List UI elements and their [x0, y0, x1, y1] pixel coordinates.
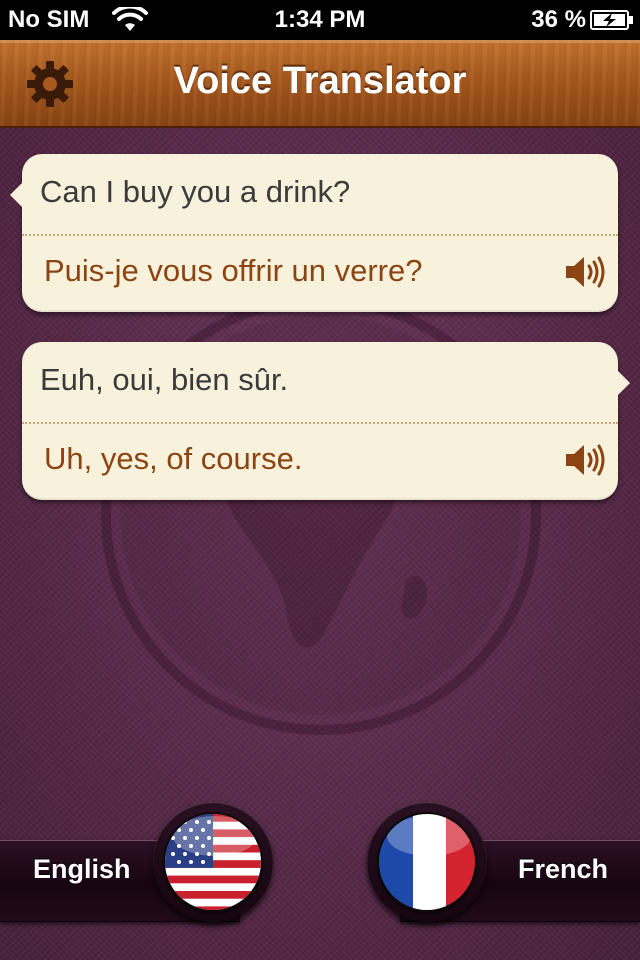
france-flag-icon	[377, 812, 477, 912]
nav-bar: Voice Translator	[0, 40, 640, 128]
english-label[interactable]: English	[33, 854, 131, 885]
battery-charging-icon	[590, 10, 633, 30]
speaker-icon[interactable]	[562, 440, 608, 480]
divider	[22, 234, 618, 236]
status-bar: No SIM 1:34 PM 36 %	[0, 0, 640, 40]
translated-text: Uh, yes, of course.	[44, 441, 303, 476]
bubble-tail	[617, 370, 630, 396]
divider	[22, 422, 618, 424]
source-text: Euh, oui, bien sûr.	[40, 362, 289, 397]
french-label[interactable]: French	[518, 854, 608, 885]
language-bar: English French	[0, 800, 640, 960]
us-flag-icon	[163, 812, 263, 912]
french-record-button[interactable]	[367, 802, 487, 922]
source-text: Can I buy you a drink?	[40, 174, 351, 209]
bubble-tail	[10, 182, 23, 208]
battery-percent: 36 %	[531, 6, 586, 33]
speaker-icon[interactable]	[562, 252, 608, 292]
page-title: Voice Translator	[173, 60, 467, 102]
english-record-button[interactable]	[153, 802, 273, 922]
message-bubble[interactable]: Can I buy you a drink? Puis-je vous offr…	[10, 154, 618, 312]
message-bubble[interactable]: Euh, oui, bien sûr. Uh, yes, of course.	[22, 342, 630, 500]
translated-text: Puis-je vous offrir un verre?	[44, 253, 423, 288]
